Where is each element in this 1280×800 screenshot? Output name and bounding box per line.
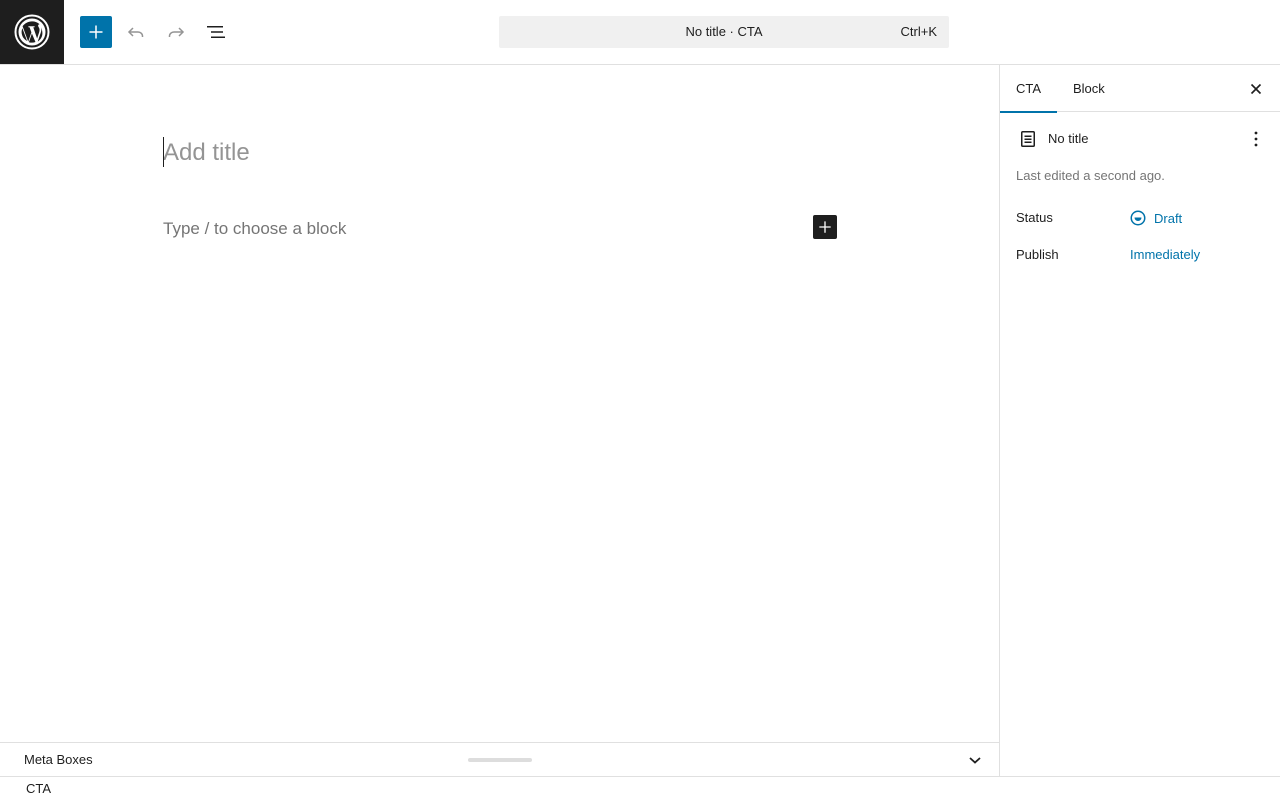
wordpress-logo-icon[interactable] xyxy=(0,0,64,64)
plus-icon xyxy=(89,25,103,39)
command-center[interactable]: No title · CTA Ctrl+K xyxy=(499,16,949,48)
status-label: Status xyxy=(1016,210,1053,225)
chevron-down-icon xyxy=(969,757,981,764)
status-value: Draft xyxy=(1154,210,1183,226)
meta-boxes-resize-handle[interactable] xyxy=(468,758,532,762)
list-view-icon xyxy=(207,26,225,38)
add-block-button[interactable] xyxy=(80,16,112,48)
text-caret xyxy=(163,137,164,167)
tab-block[interactable]: Block xyxy=(1057,65,1121,112)
document-title-label: No title · CTA xyxy=(685,24,763,39)
default-block-appender[interactable]: Type / to choose a block xyxy=(163,217,763,241)
page-icon xyxy=(1016,127,1040,151)
publish-label: Publish xyxy=(1016,247,1059,262)
close-icon xyxy=(1250,83,1262,95)
list-view-button[interactable] xyxy=(200,16,232,48)
block-breadcrumb-bar: CTA xyxy=(0,776,1280,800)
plus-icon xyxy=(819,221,831,233)
more-vertical-icon xyxy=(1254,131,1258,147)
meta-boxes-label: Meta Boxes xyxy=(24,752,93,767)
undo-button[interactable] xyxy=(120,16,152,48)
meta-boxes-toggle-button[interactable] xyxy=(963,748,987,772)
settings-sidebar: CTA Block No title Last edited a second … xyxy=(1000,65,1280,776)
document-title: No title xyxy=(1048,131,1089,146)
undo-icon xyxy=(127,27,144,37)
keyboard-shortcut-hint: Ctrl+K xyxy=(900,24,937,39)
tab-cta[interactable]: CTA xyxy=(1000,65,1057,113)
publish-date-button[interactable]: Immediately xyxy=(1130,247,1200,263)
meta-boxes-panel: Meta Boxes xyxy=(0,742,999,776)
editor-header: No title · CTA Ctrl+K xyxy=(0,0,1280,65)
status-dropdown-button[interactable]: Draft xyxy=(1130,208,1182,228)
document-summary: No title xyxy=(1016,127,1268,151)
inline-add-block-button[interactable] xyxy=(813,215,837,239)
breadcrumb-item[interactable]: CTA xyxy=(26,777,51,800)
redo-icon xyxy=(168,27,185,37)
post-title-input[interactable]: Add title xyxy=(163,135,823,171)
editor-canvas: Add title Type / to choose a block xyxy=(0,65,999,742)
sidebar-tabs: CTA Block xyxy=(1000,65,1280,113)
document-actions-button[interactable] xyxy=(1244,127,1268,151)
last-edited-text: Last edited a second ago. xyxy=(1016,168,1165,183)
redo-button[interactable] xyxy=(160,16,192,48)
draft-icon xyxy=(1130,210,1146,226)
close-sidebar-button[interactable] xyxy=(1244,77,1268,101)
